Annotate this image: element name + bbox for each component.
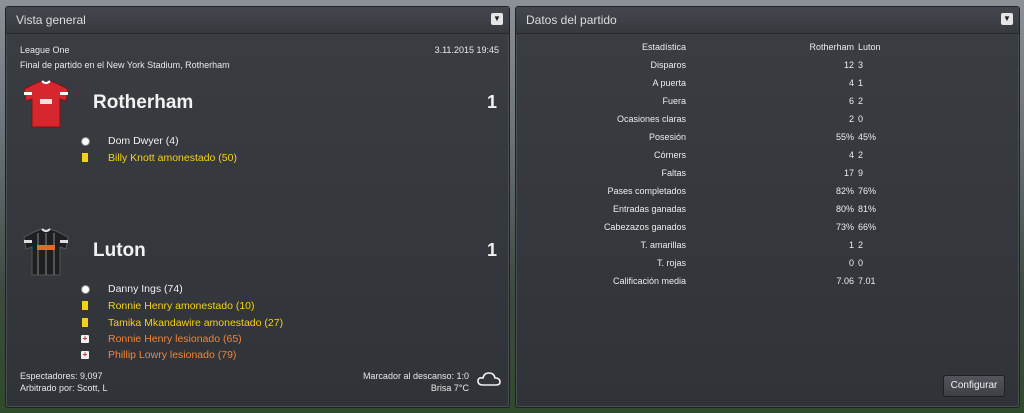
yellow-card-icon: [82, 153, 88, 162]
stats-row: Fuera 6 2: [516, 96, 1019, 114]
competition-label: League One: [20, 45, 70, 55]
stat-away-value: 45%: [858, 132, 877, 142]
stats-row: T. rojas 0 0: [516, 258, 1019, 276]
yellow-card-icon: [82, 301, 88, 310]
stat-label: Ocasiones claras: [616, 114, 686, 124]
stats-header-home: Rotherham: [809, 42, 854, 52]
home-event-1[interactable]: Dom Dwyer (4): [108, 135, 179, 147]
stats-row: Entradas ganadas 80% 81%: [516, 204, 1019, 222]
stats-row: Córners 4 2: [516, 150, 1019, 168]
away-event-2[interactable]: Ronnie Henry amonestado (10): [108, 300, 255, 312]
match-stats-panel: Datos del partido ▼ Estadística Rotherha…: [515, 6, 1020, 408]
stats-row: Pases completados 82% 76%: [516, 186, 1019, 204]
home-team-name[interactable]: Rotherham: [93, 92, 193, 114]
stats-menu-dropdown-icon[interactable]: ▼: [1001, 13, 1013, 25]
stat-away-value: 2: [858, 240, 864, 250]
stat-home-value: 7.06: [836, 276, 854, 286]
cloud-icon: [477, 372, 501, 386]
stats-row: A puerta 4 1: [516, 78, 1019, 96]
ball-icon: [81, 137, 90, 146]
stat-home-value: 12: [843, 60, 854, 70]
stat-away-value: 1: [858, 78, 864, 88]
stat-away-value: 76%: [858, 186, 877, 196]
stats-header-away: Luton: [858, 42, 881, 52]
overview-header: Vista general ▼: [6, 7, 509, 34]
away-event-1[interactable]: Danny Ings (74): [108, 283, 183, 295]
overview-menu-dropdown-icon[interactable]: ▼: [491, 13, 503, 25]
stat-away-value: 2: [858, 96, 864, 106]
stat-label: T. rojas: [656, 258, 686, 268]
away-event-5[interactable]: Phillip Lowry lesionado (79): [108, 349, 236, 361]
stat-home-value: 1: [848, 240, 854, 250]
stats-row: Faltas 17 9: [516, 168, 1019, 186]
stat-home-value: 73%: [835, 222, 854, 232]
ball-icon: [81, 285, 90, 294]
stat-away-value: 3: [858, 60, 864, 70]
stat-home-value: 80%: [835, 204, 854, 214]
stat-label: Fuera: [662, 96, 686, 106]
stat-label: A puerta: [652, 78, 686, 88]
weather: Brisa 7°C: [430, 383, 469, 393]
overview-title: Vista general: [16, 13, 86, 27]
stats-row: T. amarillas 1 2: [516, 240, 1019, 258]
stat-home-value: 4: [848, 78, 854, 88]
away-team-name[interactable]: Luton: [93, 240, 146, 262]
stat-away-value: 81%: [858, 204, 877, 214]
stat-away-value: 7.01: [858, 276, 876, 286]
injury-icon: +: [81, 334, 89, 343]
stat-label: Posesión: [648, 132, 686, 142]
stat-label: T. amarillas: [640, 240, 686, 250]
stat-label: Pases completados: [607, 186, 686, 196]
away-team-score: 1: [486, 240, 497, 260]
away-event-3[interactable]: Tamika Mkandawire amonestado (27): [108, 317, 283, 329]
halftime-score: Marcador al descanso: 1:0: [362, 371, 469, 381]
stat-away-value: 2: [858, 150, 864, 160]
stats-column-header: Estadística Rotherham Luton: [516, 42, 1019, 60]
stat-label: Faltas: [661, 168, 686, 178]
stat-label: Disparos: [650, 60, 686, 70]
stat-away-value: 0: [858, 258, 864, 268]
yellow-card-icon: [82, 318, 88, 327]
stats-title: Datos del partido: [526, 13, 617, 27]
injury-icon: +: [81, 350, 89, 359]
stat-home-value: 6: [848, 96, 854, 106]
away-event-4[interactable]: Ronnie Henry lesionado (65): [108, 333, 242, 345]
attendance: Espectadores: 9,097: [20, 371, 103, 381]
overview-panel: Vista general ▼ League One 3.11.2015 19:…: [5, 6, 510, 408]
stat-home-value: 0: [848, 258, 854, 268]
away-kit-icon: [23, 228, 69, 276]
referee[interactable]: Arbitrado por: Scott, L: [20, 383, 108, 393]
stats-row: Calificación media 7.06 7.01: [516, 276, 1019, 294]
stat-away-value: 9: [858, 168, 864, 178]
match-venue: Final de partido en el New York Stadium,…: [20, 60, 230, 70]
home-event-2[interactable]: Billy Knott amonestado (50): [108, 152, 237, 164]
stat-home-value: 2: [848, 114, 854, 124]
stat-label: Cabezazos ganados: [603, 222, 686, 232]
stat-label: Entradas ganadas: [612, 204, 686, 214]
stats-header: Datos del partido ▼: [516, 7, 1019, 34]
stats-row: Posesión 55% 45%: [516, 132, 1019, 150]
stat-home-value: 55%: [835, 132, 854, 142]
home-team-score: 1: [486, 92, 497, 112]
stats-header-label: Estadística: [641, 42, 686, 52]
stats-row: Disparos 12 3: [516, 60, 1019, 78]
stat-away-value: 0: [858, 114, 864, 124]
stat-label: Calificación media: [612, 276, 686, 286]
stat-home-value: 17: [843, 168, 854, 178]
home-kit-icon: [23, 80, 69, 128]
stat-home-value: 82%: [835, 186, 854, 196]
stat-away-value: 66%: [858, 222, 877, 232]
stats-row: Ocasiones claras 2 0: [516, 114, 1019, 132]
stat-label: Córners: [653, 150, 686, 160]
stats-row: Cabezazos ganados 73% 66%: [516, 222, 1019, 240]
match-datetime: 3.11.2015 19:45: [434, 45, 499, 55]
stat-home-value: 4: [848, 150, 854, 160]
configure-button[interactable]: Configurar: [943, 375, 1005, 397]
